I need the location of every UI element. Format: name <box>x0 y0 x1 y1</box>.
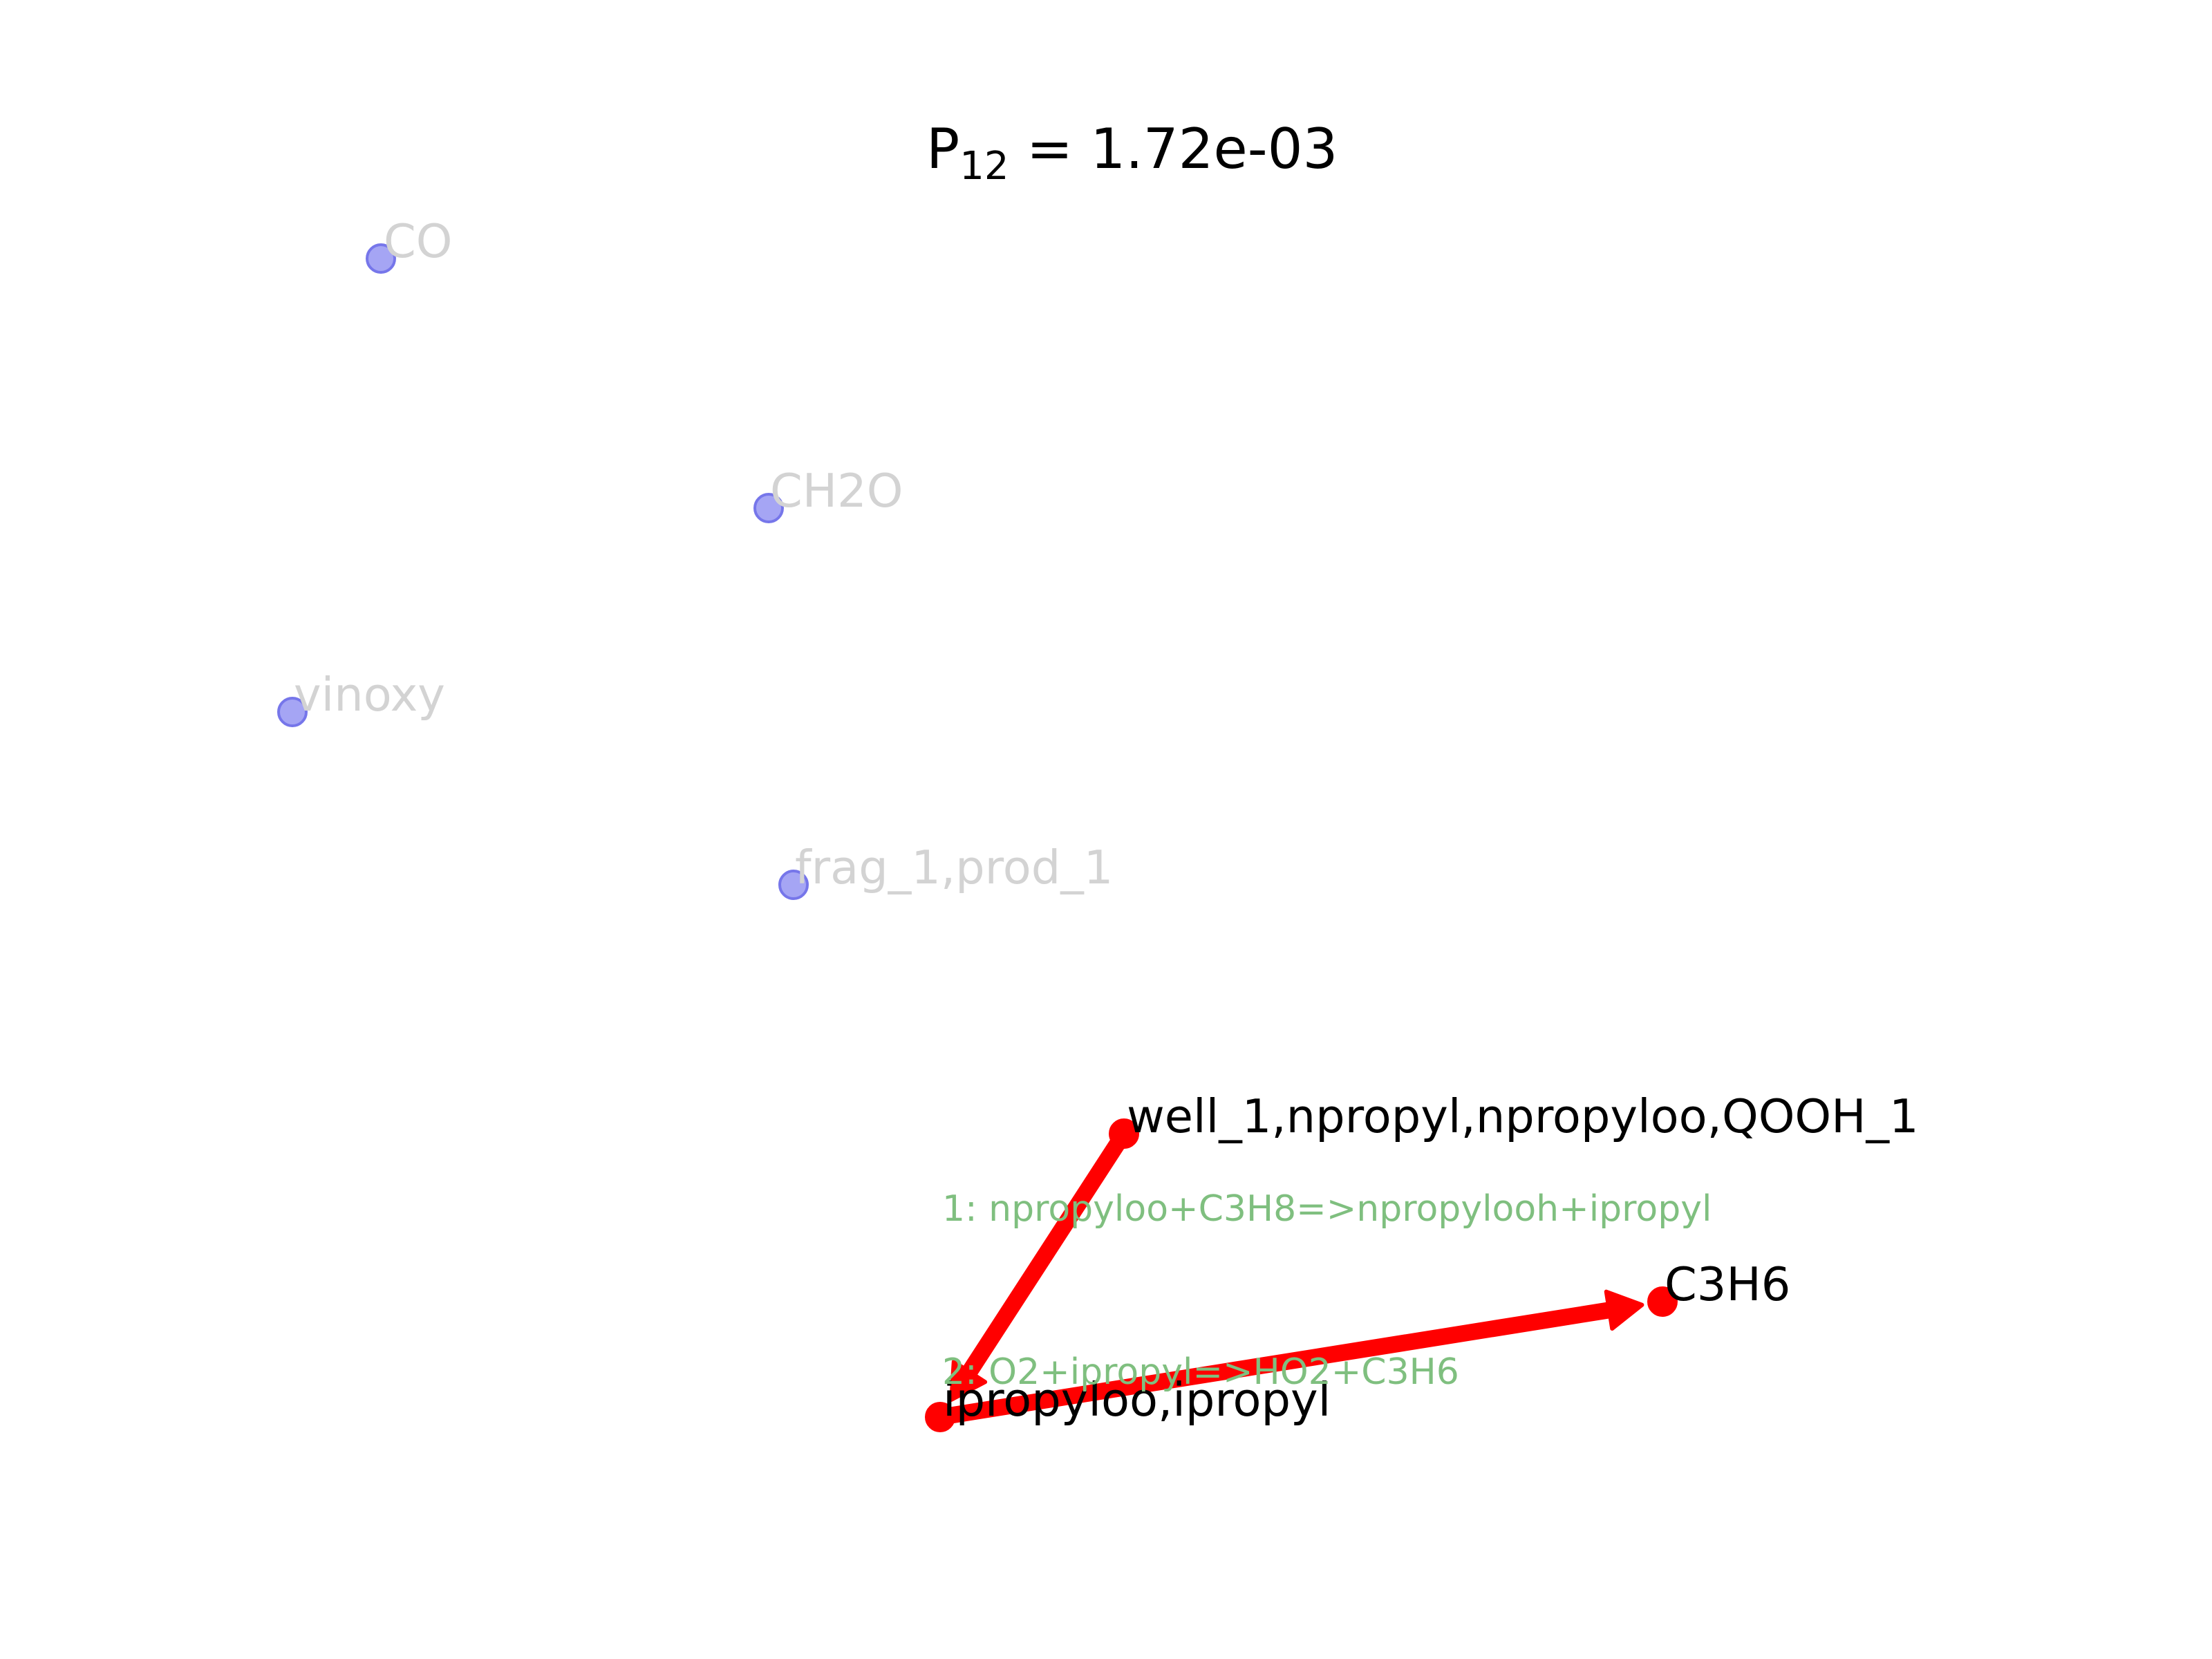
species-label-ch2o: CH2O <box>770 464 903 518</box>
reaction-path-diagram: P12 = 1.72e-03 CO CH2O vinoxy frag_1,prod_1… <box>0 0 2212 1659</box>
species-label-vinoxy: vinoxy <box>294 668 445 722</box>
species-label-c3h6: C3H6 <box>1665 1257 1790 1311</box>
species-label-well1: well_1,npropyl,npropyloo,QOOH_1 <box>1127 1089 1919 1143</box>
species-label-frag1: frag_1,prod_1 <box>795 841 1113 894</box>
title-symbol: P <box>926 117 959 181</box>
title-subscript: 12 <box>959 144 1009 189</box>
species-label-co: CO <box>384 214 453 268</box>
title-value: = 1.72e-03 <box>1009 117 1338 181</box>
reaction-label-r1: 1: npropyloo+C3H8=>npropylooh+ipropyl <box>942 1188 1712 1230</box>
reaction-label-r2: 2: O2+ipropyl=>HO2+C3H6 <box>942 1351 1459 1393</box>
